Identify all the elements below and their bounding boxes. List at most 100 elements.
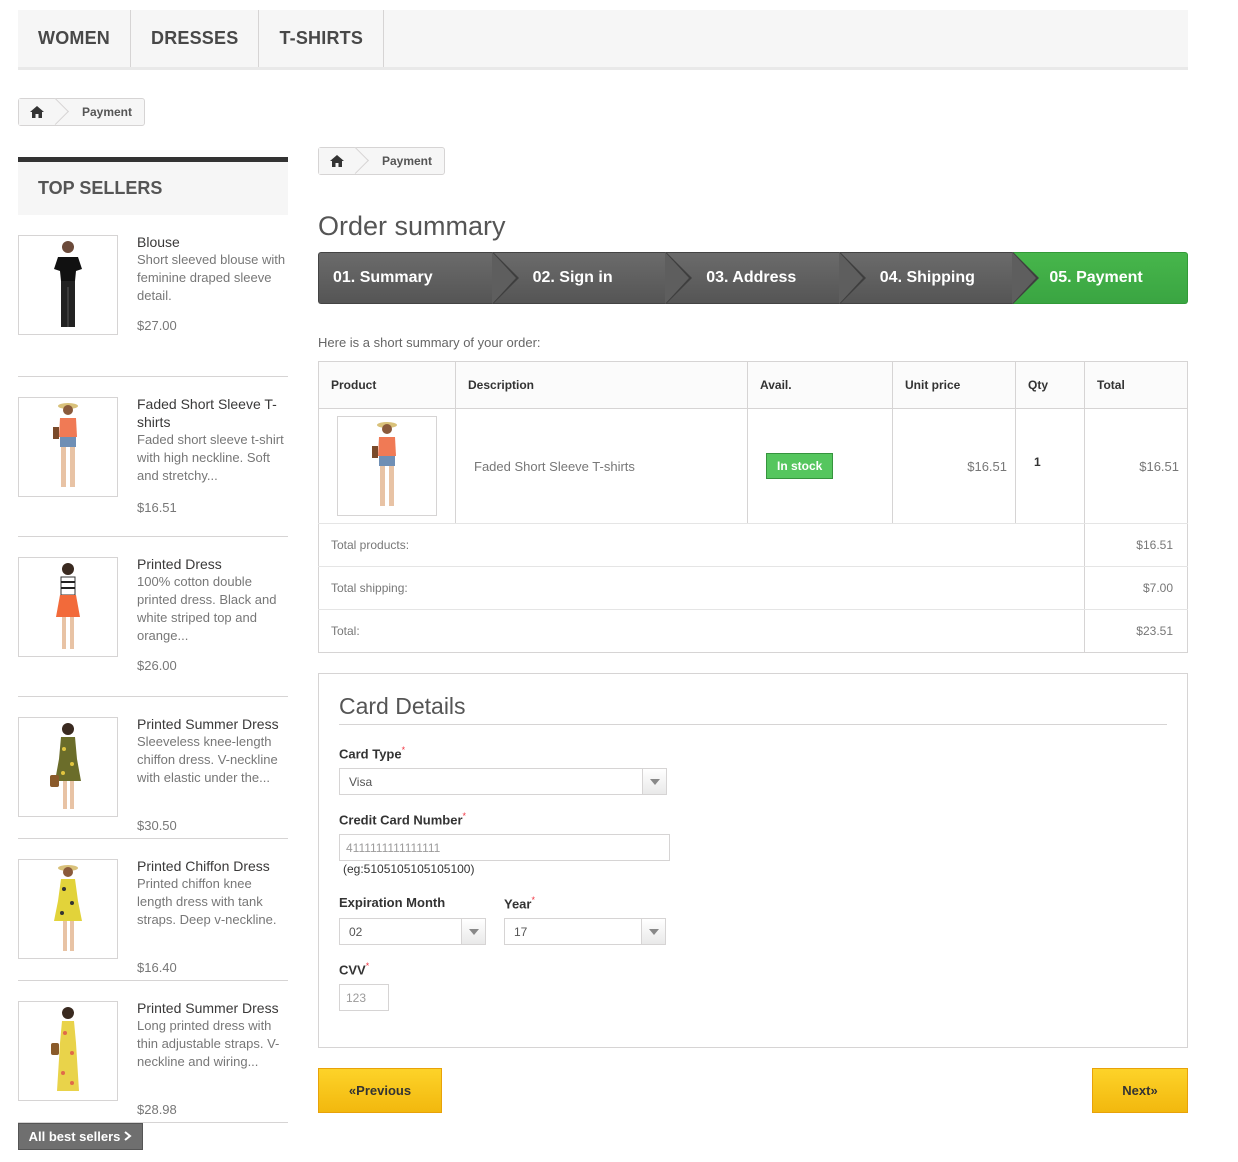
seller-desc: Sleeveless knee-length chiffon dress. V-… <box>137 734 278 785</box>
seller-desc: Printed chiffon knee length dress with t… <box>137 876 277 927</box>
seller-name[interactable]: Faded Short Sleeve T-shirts <box>137 395 288 431</box>
col-description: Description <box>455 361 748 409</box>
product-thumbnail[interactable] <box>18 397 118 497</box>
col-unit-price: Unit price <box>892 361 1016 409</box>
quantity: 1 <box>1015 408 1085 524</box>
step-sign-in[interactable]: 02. Sign in <box>492 252 693 304</box>
card-details-title: Card Details <box>339 693 1167 725</box>
breadcrumb: Payment <box>318 147 445 175</box>
top-sellers-list: Blouse Short sleeved blouse with feminine… <box>18 233 288 1123</box>
menu-women[interactable]: Women <box>18 10 131 67</box>
total-value: $23.51 <box>1084 609 1188 653</box>
seller-price: $16.51 <box>137 500 177 515</box>
product-description[interactable]: Faded Short Sleeve T-shirts <box>455 408 748 524</box>
breadcrumb-current: Payment <box>381 154 432 168</box>
menu-dresses[interactable]: Dresses <box>131 10 260 67</box>
seller-price: $30.50 <box>137 818 177 833</box>
breadcrumb: Payment <box>18 98 145 126</box>
seller-desc: Short sleeved blouse with feminine drape… <box>137 252 286 303</box>
card-number-label: Credit Card Number* <box>339 811 467 828</box>
row-total: $16.51 <box>1084 408 1188 524</box>
month-value: 02 <box>349 924 363 939</box>
summary-intro: Here is a short summary of your order: <box>318 335 541 350</box>
col-avail: Avail. <box>747 361 893 409</box>
total-products-value: $16.51 <box>1084 523 1188 567</box>
seller-name[interactable]: Printed Dress <box>137 555 288 573</box>
product-thumbnail[interactable] <box>18 557 118 657</box>
step-summary[interactable]: 01. Summary <box>318 252 519 304</box>
seller-name[interactable]: Blouse <box>137 233 288 251</box>
expiration-year-select[interactable]: 17 <box>504 918 666 945</box>
menu-tshirts[interactable]: T-shirts <box>259 10 385 67</box>
page-title: Order summary <box>318 211 506 241</box>
total-shipping-value: $7.00 <box>1084 566 1188 610</box>
year-label-text: Year <box>504 896 532 912</box>
seller-name[interactable]: Printed Summer Dress <box>137 999 288 1017</box>
total-shipping-row: Total shipping: $7.00 <box>318 566 1188 610</box>
seller-price: $28.98 <box>137 1102 177 1117</box>
list-item: Faded Short Sleeve T-shirts Faded short s… <box>18 377 288 537</box>
product-image[interactable] <box>337 416 437 516</box>
chevron-down-icon <box>642 769 666 794</box>
list-item: Printed Dress 100% cotton double printed … <box>18 537 288 697</box>
list-item: Printed Summer Dress Sleeveless knee-leng… <box>18 697 288 839</box>
seller-desc: Faded short sleeve t-shirt with high nec… <box>137 432 284 483</box>
seller-name[interactable]: Printed Chiffon Dress <box>137 857 288 875</box>
col-total: Total <box>1084 361 1188 409</box>
month-label-text: Expiration Month <box>339 895 446 910</box>
seller-price: $26.00 <box>137 658 177 673</box>
breadcrumb-current: Payment <box>81 105 132 119</box>
seller-price: $27.00 <box>137 318 177 333</box>
all-best-sellers-button[interactable]: All best sellers <box>18 1123 143 1150</box>
cvv-label-text: CVV <box>339 962 366 978</box>
chevron-right-icon <box>124 1129 132 1144</box>
card-type-select[interactable]: Visa <box>339 768 667 795</box>
product-thumbnail[interactable] <box>18 717 118 817</box>
previous-button[interactable]: «Previous <box>318 1068 442 1113</box>
total-products-row: Total products: $16.51 <box>318 523 1188 567</box>
step-label: 03. Address <box>706 269 797 286</box>
cvv-input[interactable]: 123 <box>339 984 389 1011</box>
home-icon[interactable] <box>319 148 356 174</box>
seller-desc: 100% cotton double printed dress. Black … <box>137 574 277 643</box>
col-qty: Qty <box>1015 361 1085 409</box>
product-thumbnail[interactable] <box>18 859 118 959</box>
card-number-label-text: Credit Card Number <box>339 812 463 828</box>
step-address[interactable]: 03. Address <box>666 252 866 304</box>
checkout-steps: 01. Summary 02. Sign in 03. Address 04. … <box>318 252 1188 304</box>
total-row: Total: $23.51 <box>318 609 1188 653</box>
next-button[interactable]: Next» <box>1092 1068 1188 1113</box>
col-product: Product <box>318 361 456 409</box>
chevron-down-icon <box>461 919 485 944</box>
card-type-label: Card Type* <box>339 745 406 762</box>
product-thumbnail[interactable] <box>18 235 118 335</box>
step-label: 01. Summary <box>333 269 433 286</box>
step-label: 05. Payment <box>1049 269 1143 286</box>
top-sellers-title: Top sellers <box>18 157 288 215</box>
step-label: 02. Sign in <box>532 269 613 286</box>
cvv-label: CVV* <box>339 961 370 978</box>
card-number-hint: (eg:5105105105105100) <box>343 862 475 876</box>
expiration-month-select[interactable]: 02 <box>339 918 486 945</box>
all-best-sellers-label: All best sellers <box>28 1129 121 1144</box>
status-badge: In stock <box>766 453 834 479</box>
year-value: 17 <box>514 924 528 939</box>
step-label: 04. Shipping <box>879 269 975 286</box>
step-payment[interactable]: 05. Payment <box>1013 252 1188 304</box>
list-item: Blouse Short sleeved blouse with feminine… <box>18 233 288 377</box>
top-menu: Women Dresses T-shirts <box>18 10 1188 70</box>
list-item: Printed Summer Dress Long printed dress w… <box>18 981 288 1123</box>
home-icon[interactable] <box>19 99 56 125</box>
year-label: Year* <box>504 895 535 912</box>
product-thumbnail[interactable] <box>18 1001 118 1101</box>
card-number-value: 4111111111111111 <box>346 840 441 855</box>
card-type-label-text: Card Type <box>339 746 402 762</box>
card-type-value: Visa <box>349 774 373 789</box>
expiration-month-label: Expiration Month <box>339 895 445 910</box>
seller-desc: Long printed dress with thin adjustable … <box>137 1018 280 1069</box>
total-products-label: Total products: <box>318 523 1085 567</box>
total-label: Total: <box>318 609 1085 653</box>
seller-name[interactable]: Printed Summer Dress <box>137 715 288 733</box>
step-shipping[interactable]: 04. Shipping <box>839 252 1040 304</box>
card-number-input[interactable]: 4111111111111111 <box>339 834 670 861</box>
